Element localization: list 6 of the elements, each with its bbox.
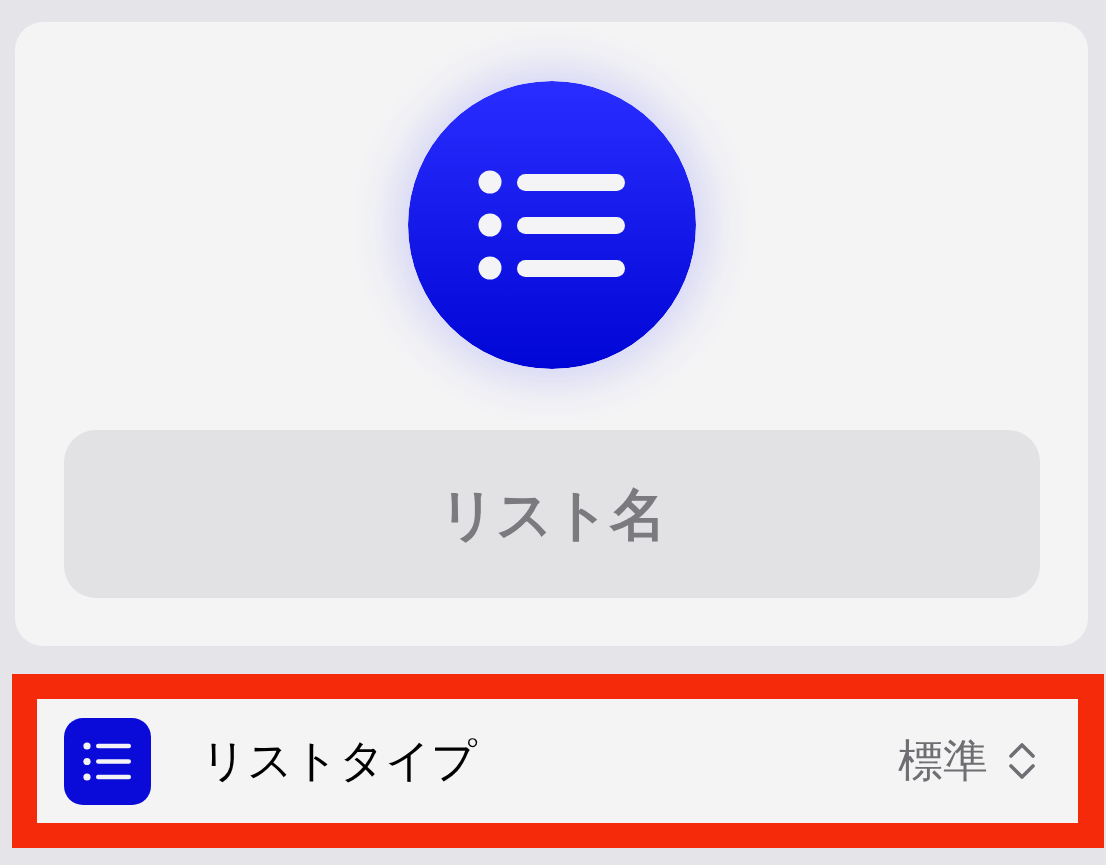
- list-icon: [64, 717, 151, 805]
- list-type-picker[interactable]: 標準: [898, 731, 1036, 791]
- setting-label: リストタイプ: [201, 733, 477, 789]
- list-name-field[interactable]: リスト名: [64, 430, 1040, 598]
- chevron-up-down-icon: [1008, 741, 1036, 781]
- list-icon: [408, 81, 696, 369]
